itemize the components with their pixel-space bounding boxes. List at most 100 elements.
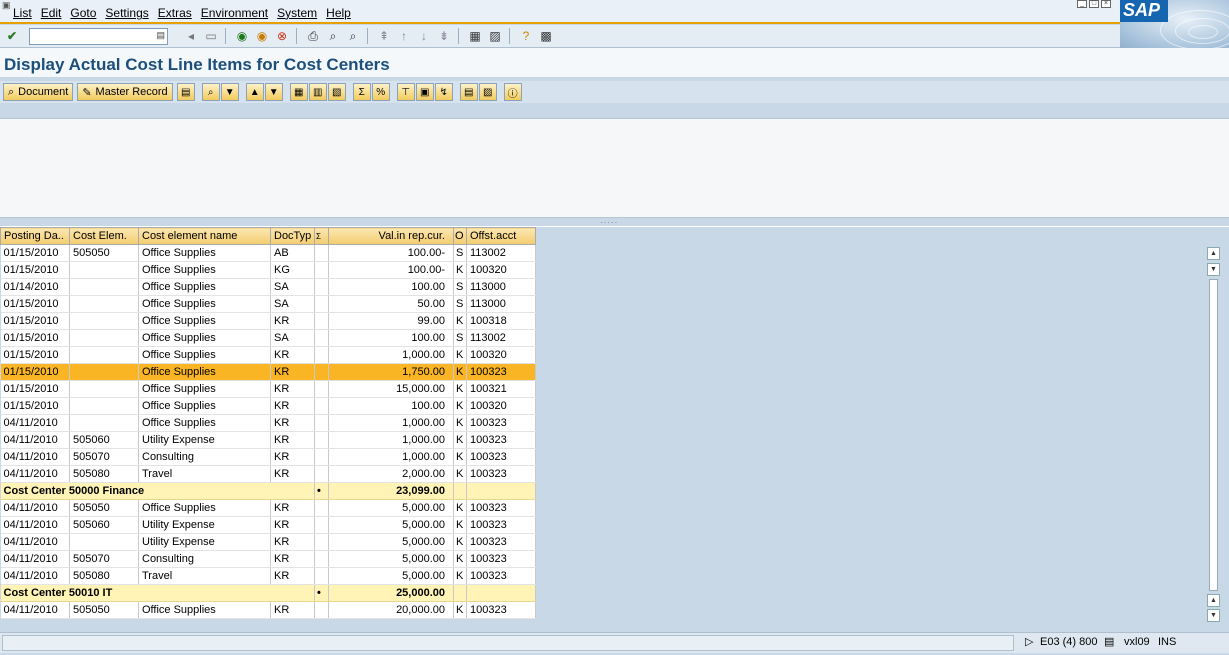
menu-system[interactable]: System: [277, 6, 317, 20]
menu-list[interactable]: List: [13, 6, 32, 20]
menu-environment[interactable]: Environment: [201, 6, 268, 20]
change-layout-icon[interactable]: ▤: [459, 83, 478, 101]
previous-page-icon[interactable]: ↑: [395, 27, 413, 45]
subtotal-marker: •: [314, 584, 329, 602]
table-row[interactable]: 01/15/2010 Office Supplies KR 1,000.00 K 1003…: [0, 346, 536, 364]
table-row[interactable]: 04/11/2010 505070 Consulting KR 5,000.00 K 100…: [0, 550, 536, 568]
column-header-value[interactable]: Val.in rep.cur.: [328, 227, 454, 245]
subtotal-icon[interactable]: %: [371, 83, 390, 101]
table-row[interactable]: 01/15/2010 Office Supplies KG 100.00- K 10032…: [0, 261, 536, 279]
save-icon[interactable]: ▭: [202, 27, 220, 45]
table-row[interactable]: 04/11/2010 505080 Travel KR 2,000.00 K 100323: [0, 465, 536, 483]
command-field[interactable]: ▤: [29, 27, 168, 45]
vertical-scrollbar[interactable]: ▲ ▼ ▲ ▼: [1207, 247, 1220, 623]
first-page-icon[interactable]: ⇞: [375, 27, 393, 45]
column-header-posting-date[interactable]: Posting Da..: [0, 227, 70, 245]
help-icon[interactable]: ?: [517, 27, 535, 45]
document-icon: ⌕: [8, 85, 15, 98]
table-row[interactable]: 01/15/2010 Office Supplies KR 99.00 K 100318: [0, 312, 536, 330]
minimize-icon[interactable]: _: [1077, 0, 1087, 8]
find-next-icon[interactable]: ⌕: [344, 27, 362, 45]
cell-value: 1,000.00: [328, 448, 454, 466]
document-button[interactable]: ⌕ Document: [3, 83, 74, 101]
create-session-icon[interactable]: ▦: [466, 27, 484, 45]
spreadsheet-icon[interactable]: ▣: [415, 83, 434, 101]
table-row[interactable]: 04/11/2010 505080 Travel KR 5,000.00 K 100323: [0, 567, 536, 585]
scroll-up-small-icon[interactable]: ▲: [1207, 594, 1220, 607]
column-header-cost-element[interactable]: Cost Elem.: [69, 227, 139, 245]
export-icon[interactable]: ⊤: [396, 83, 415, 101]
details-icon[interactable]: ▤: [176, 83, 195, 101]
cell-offset-account: 100320: [466, 346, 536, 364]
menu-settings[interactable]: Settings: [105, 6, 148, 20]
cell-doc-type: SA: [270, 295, 315, 313]
cancel-icon[interactable]: ⊗: [273, 27, 291, 45]
command-history-icon[interactable]: ▤: [156, 30, 165, 41]
cell-sum-marker: [314, 397, 329, 415]
exit-icon[interactable]: ◉: [253, 27, 271, 45]
enter-icon[interactable]: ✔: [3, 27, 21, 45]
sort-descending-icon[interactable]: ▼: [264, 83, 283, 101]
table-icon[interactable]: ▦: [289, 83, 308, 101]
status-system-icon[interactable]: ▤: [1101, 635, 1114, 651]
table-row[interactable]: 01/15/2010 Office Supplies SA 100.00 S 113002: [0, 329, 536, 347]
window-icon[interactable]: ▣: [2, 0, 11, 11]
scroll-track[interactable]: [1209, 279, 1218, 591]
shortcut-icon[interactable]: ▨: [486, 27, 504, 45]
cell-posting-date: 01/15/2010: [0, 329, 70, 347]
table-row[interactable]: 04/11/2010 505070 Consulting KR 1,000.00 K 100…: [0, 448, 536, 466]
layout-menu-icon[interactable]: ▩: [537, 27, 555, 45]
select-layout-icon[interactable]: ▨: [478, 83, 497, 101]
sum-icon[interactable]: Σ: [352, 83, 371, 101]
cell-posting-date: 01/15/2010: [0, 380, 70, 398]
table-row[interactable]: 04/11/2010 505050 Office Supplies KR 5,000.0…: [0, 499, 536, 517]
table-row[interactable]: 04/11/2010 505060 Utility Expense KR 5,000.0…: [0, 516, 536, 534]
master-record-button[interactable]: ✎ Master Record: [77, 83, 173, 101]
graphic-icon[interactable]: ↯: [434, 83, 453, 101]
command-input[interactable]: [30, 28, 150, 44]
menu-edit[interactable]: Edit: [41, 6, 62, 20]
information-icon[interactable]: ⓘ: [503, 83, 522, 101]
maximize-icon[interactable]: □: [1089, 0, 1099, 8]
table-row[interactable]: 04/11/2010 505060 Utility Expense KR 1,000.0…: [0, 431, 536, 449]
cell-sum-marker: [314, 244, 329, 262]
table-row[interactable]: 01/15/2010 505050 Office Supplies AB 100.00-…: [0, 244, 536, 262]
cell-posting-date: 01/15/2010: [0, 261, 70, 279]
columns-icon[interactable]: ▥: [308, 83, 327, 101]
find-icon[interactable]: ⌕: [324, 27, 342, 45]
table-row[interactable]: 04/11/2010 Office Supplies KR 1,000.00 K 1003…: [0, 414, 536, 432]
column-header-cost-element-name[interactable]: Cost element name: [138, 227, 271, 245]
scroll-down-icon[interactable]: ▼: [1207, 263, 1220, 276]
table-row[interactable]: 04/11/2010 Utility Expense KR 5,000.00 K 1003…: [0, 533, 536, 551]
menu-help[interactable]: Help: [326, 6, 351, 20]
column-header-o[interactable]: O: [453, 227, 467, 245]
menu-extras[interactable]: Extras: [158, 6, 192, 20]
back-icon[interactable]: ◉: [233, 27, 251, 45]
status-expand-icon[interactable]: ▷: [1022, 635, 1033, 651]
column-header-sum-marker[interactable]: Σ: [314, 227, 329, 245]
column-header-doc-type[interactable]: DocTyp: [270, 227, 315, 245]
table-row[interactable]: 04/11/2010 505050 Office Supplies KR 20,000.…: [0, 601, 536, 619]
filter-icon[interactable]: ▼: [220, 83, 239, 101]
table-row[interactable]: 01/14/2010 Office Supplies SA 100.00 S 113000: [0, 278, 536, 296]
next-page-icon[interactable]: ↓: [415, 27, 433, 45]
scroll-down-small-icon[interactable]: ▼: [1207, 609, 1220, 622]
table-row[interactable]: 01/15/2010 Office Supplies SA 50.00 S 113000: [0, 295, 536, 313]
back-small-icon[interactable]: ◂: [182, 27, 200, 45]
close-window-icon[interactable]: ×: [1101, 0, 1111, 8]
layout-icon[interactable]: ▧: [327, 83, 346, 101]
subtotal-row[interactable]: Cost Center 50000 Finance • 23,099.00: [0, 482, 536, 500]
print-icon[interactable]: ⎙: [304, 27, 322, 45]
subtotal-row[interactable]: Cost Center 50010 IT • 25,000.00: [0, 584, 536, 602]
table-row[interactable]: 01/15/2010 Office Supplies KR 1,750.00 K 1003…: [0, 363, 536, 381]
scroll-up-icon[interactable]: ▲: [1207, 247, 1220, 260]
sort-ascending-icon[interactable]: ▲: [245, 83, 264, 101]
cell-posting-date: 04/11/2010: [0, 448, 70, 466]
last-page-icon[interactable]: ⇟: [435, 27, 453, 45]
column-header-offset-account[interactable]: Offst.acct: [466, 227, 536, 245]
table-row[interactable]: 01/15/2010 Office Supplies KR 15,000.00 K 100…: [0, 380, 536, 398]
cell-offset-account: 100323: [466, 516, 536, 534]
table-row[interactable]: 01/15/2010 Office Supplies KR 100.00 K 100320: [0, 397, 536, 415]
search-icon[interactable]: ⌕: [201, 83, 220, 101]
menu-goto[interactable]: Goto: [70, 6, 96, 20]
